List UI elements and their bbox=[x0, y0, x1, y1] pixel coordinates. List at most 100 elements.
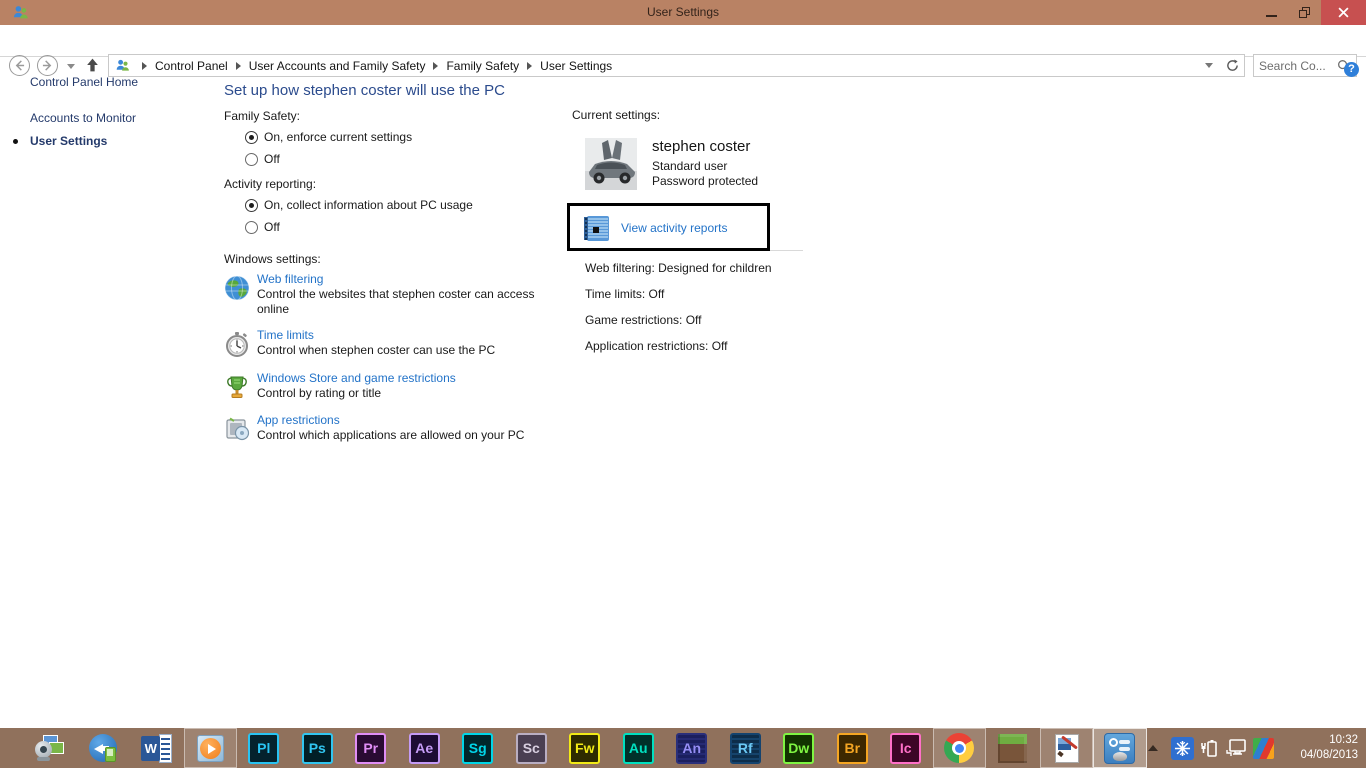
restore-button[interactable] bbox=[1288, 0, 1321, 25]
app-box-icon bbox=[226, 417, 250, 441]
taskbar-adobe-incopy[interactable]: Ic bbox=[879, 728, 933, 768]
sidebar-item-accounts-to-monitor[interactable]: Accounts to Monitor bbox=[30, 111, 136, 125]
time-limits-link[interactable]: Time limits bbox=[257, 328, 544, 342]
web-filtering-link[interactable]: Web filtering bbox=[257, 272, 544, 286]
taskbar-media-converter[interactable] bbox=[77, 728, 131, 768]
setting-row-app-restrictions: App restrictions Control which applicati… bbox=[224, 413, 544, 443]
media-converter-icon bbox=[88, 733, 119, 764]
view-activity-reports-link[interactable]: View activity reports bbox=[621, 221, 727, 235]
help-button[interactable]: ? bbox=[1344, 62, 1359, 77]
taskbar-chrome[interactable] bbox=[932, 728, 986, 768]
paint-icon bbox=[1051, 733, 1082, 764]
close-button[interactable] bbox=[1321, 0, 1366, 25]
system-tray: 10:32 04/08/2013 bbox=[1148, 733, 1366, 763]
radio-unselected-icon[interactable] bbox=[245, 152, 258, 166]
after-effects-icon: Ae bbox=[408, 732, 440, 764]
up-button[interactable] bbox=[85, 57, 100, 73]
globe-icon bbox=[224, 275, 250, 301]
taskbar-adobe-edge-animate[interactable]: An bbox=[665, 728, 719, 768]
radio-selected-icon[interactable] bbox=[245, 198, 258, 212]
sidebar-item-user-settings[interactable]: User Settings bbox=[30, 134, 107, 148]
bridge-icon: Br bbox=[836, 732, 868, 764]
taskbar-minecraft[interactable] bbox=[986, 728, 1040, 768]
radio-selected-icon[interactable] bbox=[245, 130, 258, 144]
breadcrumb-user-accounts-family-safety[interactable]: User Accounts and Family Safety bbox=[249, 59, 426, 73]
taskbar-adobe-prelude[interactable]: Pl bbox=[237, 728, 291, 768]
audition-icon: Au bbox=[622, 732, 654, 764]
store-game-restrictions-link[interactable]: Windows Store and game restrictions bbox=[257, 371, 544, 385]
edge-reflow-icon: Rf bbox=[729, 732, 761, 764]
forward-button[interactable] bbox=[37, 55, 58, 76]
address-dropdown-icon[interactable] bbox=[1205, 63, 1213, 68]
network-icon bbox=[1225, 739, 1246, 756]
word-icon: W bbox=[141, 733, 173, 764]
breadcrumb-separator-icon bbox=[527, 61, 533, 70]
refresh-button[interactable] bbox=[1221, 54, 1245, 77]
taskbar-paint[interactable] bbox=[1039, 728, 1093, 768]
taskbar-webcam-app[interactable] bbox=[23, 728, 77, 768]
windows-media-player-icon bbox=[195, 733, 226, 764]
breadcrumb-user-settings[interactable]: User Settings bbox=[540, 59, 612, 73]
setting-row-web-filtering: Web filtering Control the websites that … bbox=[224, 272, 544, 317]
taskbar-adobe-dreamweaver[interactable]: Dw bbox=[772, 728, 826, 768]
setting-row-game-restrictions: Windows Store and game restrictions Cont… bbox=[224, 371, 544, 401]
scout-icon: Sc bbox=[515, 732, 547, 764]
tray-power-settings[interactable] bbox=[1197, 736, 1221, 760]
stopwatch-icon bbox=[226, 332, 248, 357]
tray-network[interactable] bbox=[1224, 736, 1248, 760]
taskbar-adobe-speedgrade[interactable]: Sg bbox=[451, 728, 505, 768]
radio-activity-reporting-on[interactable]: On, collect information about PC usage bbox=[245, 198, 473, 212]
web-filtering-desc: Control the websites that stephen coster… bbox=[257, 287, 535, 316]
taskbar-word[interactable]: W bbox=[130, 728, 184, 768]
search-input[interactable] bbox=[1259, 58, 1337, 73]
taskbar-adobe-premiere[interactable]: Pr bbox=[344, 728, 398, 768]
family-safety-breadcrumb-icon bbox=[116, 59, 129, 71]
tray-snowflake-app[interactable] bbox=[1170, 736, 1194, 760]
user-password-status: Password protected bbox=[652, 174, 759, 188]
radio-label: Off bbox=[264, 152, 280, 166]
radio-family-safety-off[interactable]: Off bbox=[245, 152, 280, 166]
photoshop-icon: Ps bbox=[301, 732, 333, 764]
taskbar-adobe-edge-reflow[interactable]: Rf bbox=[719, 728, 773, 768]
radio-family-safety-on[interactable]: On, enforce current settings bbox=[245, 130, 412, 144]
prelude-icon: Pl bbox=[248, 732, 280, 764]
page-title: Set up how stephen coster will use the P… bbox=[224, 82, 505, 99]
show-hidden-icons-button[interactable] bbox=[1148, 745, 1158, 751]
windows-settings-label: Windows settings: bbox=[224, 252, 321, 266]
stat-game-restrictions: Game restrictions: Off bbox=[585, 313, 702, 327]
breadcrumb-family-safety[interactable]: Family Safety bbox=[446, 59, 519, 73]
taskbar-family-safety-settings[interactable] bbox=[1093, 728, 1147, 768]
activity-report-icon bbox=[584, 216, 609, 241]
tray-clock[interactable]: 10:32 04/08/2013 bbox=[1286, 733, 1358, 763]
antivirus-icon bbox=[1252, 737, 1274, 759]
breadcrumb-control-panel[interactable]: Control Panel bbox=[155, 59, 228, 73]
taskbar-adobe-after-effects[interactable]: Ae bbox=[398, 728, 452, 768]
back-button[interactable] bbox=[9, 55, 30, 76]
taskbar-adobe-fireworks[interactable]: Fw bbox=[558, 728, 612, 768]
setting-row-time-limits: Time limits Control when stephen coster … bbox=[224, 328, 544, 358]
current-settings-label: Current settings: bbox=[572, 108, 661, 122]
taskbar-windows-media-player[interactable] bbox=[183, 728, 237, 768]
app-restrictions-link[interactable]: App restrictions bbox=[257, 413, 544, 427]
radio-unselected-icon[interactable] bbox=[245, 220, 258, 234]
sidebar-item-control-panel-home[interactable]: Control Panel Home bbox=[30, 75, 138, 89]
snowflake-icon bbox=[1170, 736, 1194, 760]
time-limits-desc: Control when stephen coster can use the … bbox=[257, 343, 496, 357]
app-restrictions-desc: Control which applications are allowed o… bbox=[257, 428, 525, 442]
radio-activity-reporting-off[interactable]: Off bbox=[245, 220, 280, 234]
window-title: User Settings bbox=[646, 5, 720, 19]
breadcrumb-separator-icon bbox=[142, 61, 147, 70]
breadcrumb[interactable]: Control Panel User Accounts and Family S… bbox=[108, 54, 1222, 77]
minimize-button[interactable] bbox=[1255, 0, 1288, 25]
taskbar-adobe-bridge[interactable]: Br bbox=[826, 728, 880, 768]
activity-reporting-label: Activity reporting: bbox=[224, 177, 317, 191]
incopy-icon: Ic bbox=[890, 732, 922, 764]
taskbar-adobe-scout[interactable]: Sc bbox=[505, 728, 559, 768]
close-icon bbox=[1338, 7, 1349, 18]
tray-antivirus[interactable] bbox=[1251, 736, 1275, 760]
taskbar-adobe-audition[interactable]: Au bbox=[612, 728, 666, 768]
taskbar-adobe-photoshop[interactable]: Ps bbox=[291, 728, 345, 768]
recent-pages-dropdown[interactable] bbox=[67, 64, 75, 69]
radio-label: Off bbox=[264, 220, 280, 234]
edge-animate-icon: An bbox=[676, 732, 708, 764]
